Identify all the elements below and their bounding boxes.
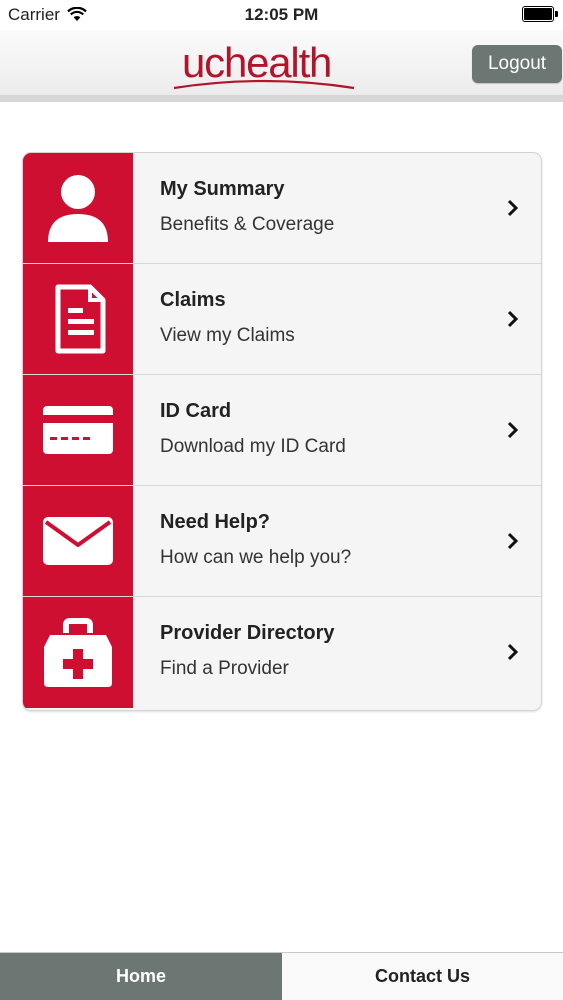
menu-icon-box: [23, 264, 133, 374]
battery-icon: [522, 6, 554, 22]
menu-item-title: My Summary: [160, 178, 285, 200]
menu-icon-box: [23, 597, 133, 708]
chevron-right-icon: [507, 532, 519, 550]
document-icon: [55, 284, 106, 354]
tab-home[interactable]: Home: [0, 953, 282, 1000]
menu-icon-box: [23, 486, 133, 596]
menu-item-subtitle: How can we help you?: [160, 547, 352, 568]
medical-kit-icon: [44, 617, 112, 687]
chevron-right-icon: [507, 421, 519, 439]
menu-item-claims[interactable]: Claims View my Claims: [23, 264, 541, 375]
id-card-icon: [43, 406, 113, 454]
menu-item-need-help[interactable]: Need Help? How can we help you?: [23, 486, 541, 597]
app-header: uchealth Logout: [0, 30, 563, 102]
menu-item-id-card[interactable]: ID Card Download my ID Card: [23, 375, 541, 486]
menu-icon-box: [23, 153, 133, 263]
logo-swoosh-icon: [173, 79, 355, 90]
menu-item-subtitle: Find a Provider: [160, 658, 289, 679]
menu-item-subtitle: Download my ID Card: [160, 436, 346, 457]
menu-item-title: ID Card: [160, 400, 232, 422]
menu-icon-box: [23, 375, 133, 485]
menu-item-title: Claims: [160, 289, 226, 311]
menu-item-subtitle: Benefits & Coverage: [160, 214, 335, 235]
menu-item-my-summary[interactable]: My Summary Benefits & Coverage: [23, 153, 541, 264]
chevron-right-icon: [507, 199, 519, 217]
battery-tip: [555, 11, 558, 17]
chevron-right-icon: [507, 310, 519, 328]
chevron-right-icon: [507, 643, 519, 661]
menu-item-title: Provider Directory: [160, 622, 335, 644]
uchealth-logo: uchealth: [172, 37, 356, 93]
menu-item-subtitle: View my Claims: [160, 325, 295, 346]
envelope-icon: [43, 517, 113, 565]
tab-contact-us[interactable]: Contact Us: [282, 953, 563, 1000]
logout-button[interactable]: Logout: [472, 45, 562, 83]
menu-item-provider-directory[interactable]: Provider Directory Find a Provider: [23, 597, 541, 708]
status-bar: Carrier 12:05 PM: [0, 0, 563, 30]
bottom-tab-bar: Home Contact Us: [0, 952, 563, 1000]
person-icon: [48, 175, 108, 242]
menu-card: My Summary Benefits & Coverage Claims Vi…: [22, 152, 542, 711]
status-time: 12:05 PM: [244, 5, 319, 24]
menu-item-title: Need Help?: [160, 511, 271, 533]
